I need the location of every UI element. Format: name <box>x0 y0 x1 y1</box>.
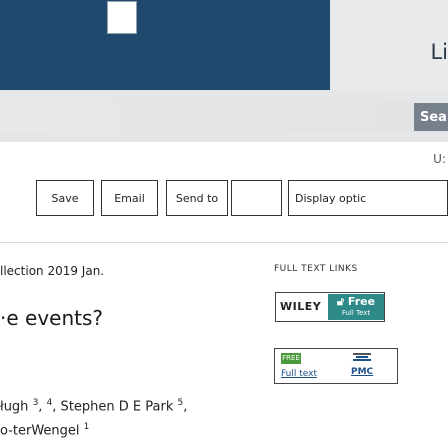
display-options-button[interactable]: Display optic <box>288 180 448 216</box>
search-button[interactable]: Sea <box>414 103 448 131</box>
free-full-text-badge: 🔓︎ Free Full Text <box>328 294 384 320</box>
header-logo-text: Li <box>430 40 448 64</box>
free-label: 🔓︎ Free <box>328 295 384 309</box>
email-button[interactable]: Email <box>101 180 158 216</box>
author-separator: , <box>38 399 47 415</box>
affiliation-sup[interactable]: 1 <box>84 422 90 432</box>
full-text-links-heading: FULL TEXT LINKS <box>274 264 358 274</box>
pmc-full-text-link[interactable]: FREE Full text PMC <box>274 348 398 384</box>
full-text-label: Full Text <box>341 309 371 317</box>
pmc-logo-icon <box>353 353 371 361</box>
free-text: Free <box>347 295 376 308</box>
author-text: ługh <box>0 399 33 415</box>
wiley-full-text-link[interactable]: WILEY 🔓︎ Free Full Text <box>275 292 385 322</box>
author-list: ługh 3, 4, Stephen D E Park 5, <box>0 398 187 414</box>
save-button[interactable]: Save <box>36 180 94 216</box>
send-to-dropdown[interactable] <box>231 180 282 216</box>
author-separator: , <box>183 399 188 415</box>
pmc-full-text-label: Full text <box>281 369 318 379</box>
journal-citation: llection 2019 Jan. <box>0 264 105 278</box>
action-toolbar: Save Email Send to Display optic <box>0 180 448 216</box>
lock-open-icon: 🔓︎ <box>336 295 345 308</box>
wiley-logo: WILEY <box>280 300 322 313</box>
author-name[interactable]: , Stephen D E Park <box>52 399 177 414</box>
divider <box>0 242 448 243</box>
author-name[interactable]: o-terWengel <box>0 423 84 438</box>
author-list-line2: o-terWengel 1 <box>0 422 89 438</box>
user-hint: U: <box>433 152 446 166</box>
article-title: ·e events? <box>0 306 104 330</box>
pmc-logo: PMC <box>351 367 374 377</box>
send-to-button[interactable]: Send to <box>166 180 228 216</box>
free-tag: FREE <box>281 353 301 364</box>
header-box <box>107 1 137 34</box>
search-input[interactable] <box>0 102 414 132</box>
